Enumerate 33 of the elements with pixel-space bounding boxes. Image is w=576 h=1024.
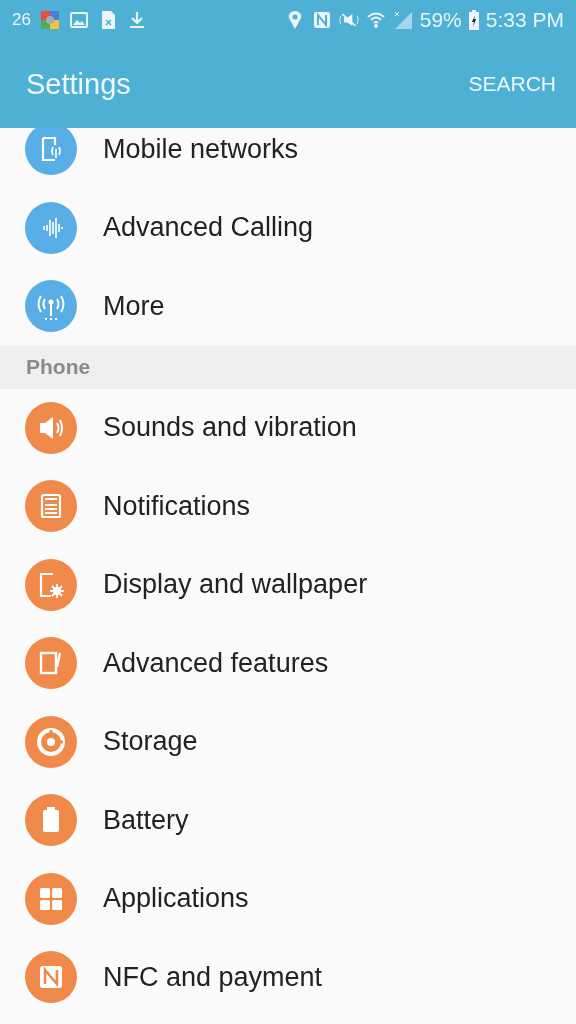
item-label: Advanced Calling: [103, 212, 314, 244]
item-label: More: [103, 290, 165, 322]
settings-item[interactable]: Sounds and vibration: [0, 388, 576, 467]
settings-item[interactable]: Notifications: [0, 467, 576, 546]
item-label: Storage: [103, 726, 198, 758]
settings-item[interactable]: More: [0, 267, 576, 346]
app-icon: [39, 10, 60, 30]
item-label: Advanced features: [103, 647, 329, 679]
settings-item[interactable]: Battery: [0, 781, 576, 860]
item-label: Mobile networks: [103, 133, 299, 165]
section-header: Phone: [0, 345, 576, 389]
screen-title: Settings: [26, 67, 131, 101]
settings-item[interactable]: Applications: [0, 859, 576, 938]
item-label: Notifications: [103, 490, 251, 522]
clock: 5:33 PM: [485, 8, 564, 32]
item-label: Sounds and vibration: [103, 412, 357, 444]
image-icon: [68, 10, 89, 30]
battery-percent: 59%: [419, 8, 462, 32]
notification-count: 26: [12, 10, 31, 30]
settings-item[interactable]: Advanced Calling: [0, 188, 576, 267]
item-label: Applications: [103, 883, 249, 915]
settings-item[interactable]: NFC and payment: [0, 938, 576, 1017]
settings-item[interactable]: Storage: [0, 702, 576, 781]
item-label: Display and wallpaper: [103, 569, 368, 601]
settings-item[interactable]: Advanced features: [0, 624, 576, 703]
item-label: NFC and payment: [103, 961, 323, 993]
wifi-icon: [365, 10, 386, 30]
signal-icon: [392, 10, 413, 30]
settings-item[interactable]: Display and wallpaper: [0, 545, 576, 624]
settings-item[interactable]: Mobile networks: [0, 128, 576, 189]
item-label: Battery: [103, 804, 189, 836]
nfc-icon: [311, 10, 332, 30]
battery-icon: [468, 10, 479, 30]
